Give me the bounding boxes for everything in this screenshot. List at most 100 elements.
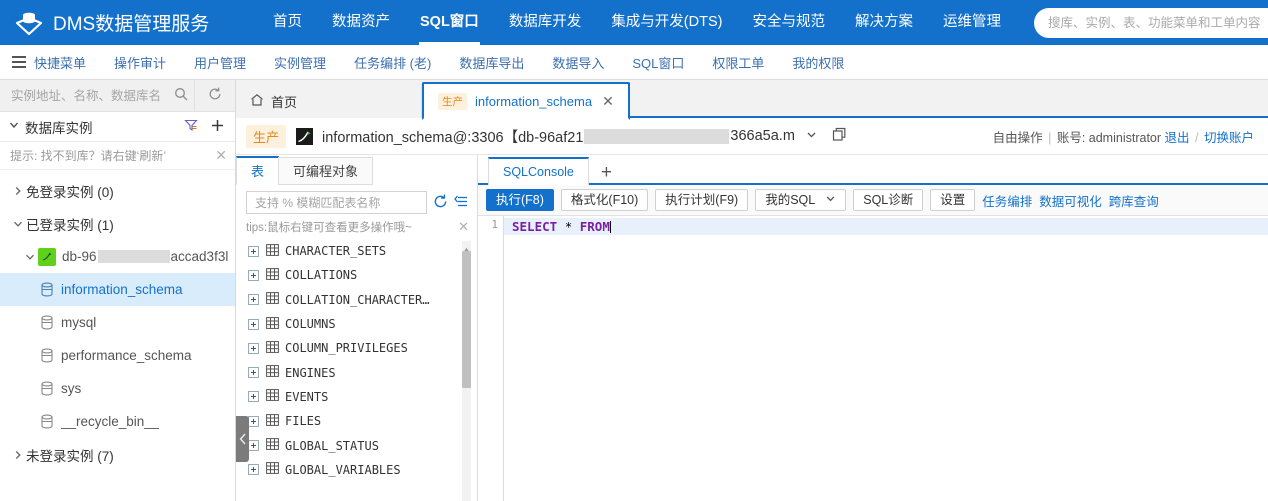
table-list-item[interactable]: COLLATIONS [248,263,477,287]
sidebar-refresh-button[interactable] [195,80,235,111]
editor-code[interactable]: SELECT * FROM [504,216,1268,501]
plus-box-icon[interactable] [248,343,259,354]
close-icon[interactable]: ✕ [602,93,614,110]
tree-node-unlogged-instances[interactable]: 未登录实例 (7) [0,438,235,471]
nav-item-db-dev[interactable]: 数据库开发 [494,0,597,45]
submenu-item-task-orchestration[interactable]: 任务编排 (老) [340,53,445,72]
tree-node-sys[interactable]: sys [0,372,235,405]
table-list-item[interactable]: CHARACTER_SETS [248,239,477,263]
plus-box-icon[interactable] [248,270,259,281]
table-list-item[interactable]: FILES [248,409,477,433]
table-name: CHARACTER_SETS [285,244,386,258]
sql-editor[interactable]: 1 SELECT * FROM [478,216,1268,501]
chevron-down-icon[interactable] [8,119,20,134]
table-list-item[interactable]: COLUMN_PRIVILEGES [248,336,477,360]
submenu-item-users[interactable]: 用户管理 [180,53,260,72]
plus-icon[interactable]: + [589,160,624,185]
sidebar-search-input[interactable] [9,88,174,104]
table-list-item[interactable]: COLLATION_CHARACTER… [248,288,477,312]
plus-box-icon[interactable] [248,440,259,451]
copy-icon[interactable] [832,127,847,145]
global-search-input[interactable] [1046,15,1268,31]
plus-box-icon[interactable] [248,416,259,427]
list-menu-icon[interactable] [454,194,469,212]
sql-keyword-select: SELECT [512,219,557,234]
object-search-input[interactable] [253,195,420,211]
table-name: GLOBAL_VARIABLES [285,463,401,477]
tree-node-no-login-instances[interactable]: 免登录实例 (0) [0,174,235,207]
plus-box-icon[interactable] [248,464,259,475]
plus-box-icon[interactable] [248,246,259,257]
tree-node-recycle-bin[interactable]: __recycle_bin__ [0,405,235,438]
plus-icon[interactable] [210,118,225,136]
task-orchestration-link[interactable]: 任务编排 [982,191,1032,210]
table-list-item[interactable]: ENGINES [248,360,477,384]
plus-box-icon[interactable] [248,367,259,378]
chevron-down-icon [10,219,26,229]
sidebar-collapse-handle[interactable] [236,416,249,462]
nav-item-sql-window[interactable]: SQL窗口 [405,0,494,45]
scrollbar-thumb[interactable] [462,251,471,388]
execution-plan-button[interactable]: 执行计划(F9) [655,189,748,211]
table-list-item[interactable]: EVENTS [248,385,477,409]
data-visualization-link[interactable]: 数据可视化 [1039,191,1102,210]
close-icon[interactable]: ✕ [211,147,227,164]
brand[interactable]: DMS数据管理服务 [0,8,258,38]
refresh-icon[interactable] [433,194,448,212]
account-name: administrator [1089,131,1161,145]
plus-box-icon[interactable] [248,319,259,330]
format-button[interactable]: 格式化(F10) [561,189,648,211]
sql-tab-sqlconsole[interactable]: SQLConsole [488,157,589,185]
code-line-1[interactable]: SELECT * FROM [504,218,1268,235]
switch-account-link[interactable]: 切换账户 [1204,131,1254,145]
my-sql-dropdown[interactable]: 我的SQL [755,189,846,211]
table-list-item[interactable]: GLOBAL_STATUS [248,433,477,457]
cross-db-query-link[interactable]: 跨库查询 [1109,191,1159,210]
table-list-scrollbar[interactable] [462,241,471,501]
submenu-item-permission-ticket[interactable]: 权限工单 [698,53,778,72]
submenu-item-data-import[interactable]: 数据导入 [538,53,618,72]
submenu-item-sql-window[interactable]: SQL窗口 [618,53,698,72]
plus-box-icon[interactable] [248,391,259,402]
global-search[interactable] [1034,8,1268,38]
submenu-item-db-export[interactable]: 数据库导出 [445,53,538,72]
submenu-item-audit[interactable]: 操作审计 [100,53,180,72]
close-icon[interactable]: ✕ [458,219,469,235]
submenu-item-my-permissions[interactable]: 我的权限 [778,53,858,72]
tab-programmable-objects[interactable]: 可编程对象 [278,157,373,185]
logout-link[interactable]: 退出 [1165,131,1190,145]
chevron-down-icon[interactable] [805,128,818,144]
table-list: CHARACTER_SETS COLLATIONS COLLATION_CHAR… [236,239,477,501]
nav-item-security[interactable]: 安全与规范 [737,0,840,45]
tree-node-information-schema[interactable]: information_schema [0,273,235,306]
page-tab-home[interactable]: 首页 [236,84,422,118]
nav-item-dts[interactable]: 集成与开发(DTS) [596,0,737,45]
nav-item-solutions[interactable]: 解决方案 [840,0,928,45]
database-stack-icon [14,8,44,38]
submenu-item-instances[interactable]: 实例管理 [260,53,340,72]
settings-button[interactable]: 设置 [930,189,975,211]
search-icon[interactable] [174,87,188,104]
nav-item-ops[interactable]: 运维管理 [928,0,1016,45]
sql-diagnose-button[interactable]: SQL诊断 [853,189,923,211]
execute-button[interactable]: 执行(F8) [486,189,554,211]
nav-items: 首页 数据资产 SQL窗口 数据库开发 集成与开发(DTS) 安全与规范 解决方… [258,0,1016,45]
hamburger-icon[interactable] [12,56,26,68]
nav-item-home[interactable]: 首页 [258,0,317,45]
sidebar-search-box[interactable] [0,80,195,111]
table-list-item[interactable]: COLUMNS [248,312,477,336]
filter-icon[interactable] [184,118,198,135]
tab-tables[interactable]: 表 [236,156,279,185]
connection-bar: 生产 information_schema@:3306【db-96af21366… [236,118,1268,155]
object-search-box[interactable] [246,191,427,214]
nav-item-data-assets[interactable]: 数据资产 [317,0,405,45]
page-tab-label: information_schema [475,94,592,109]
plus-box-icon[interactable] [248,294,259,305]
tree-node-logged-instances[interactable]: 已登录实例 (1) [0,207,235,240]
tree-node-performance-schema[interactable]: performance_schema [0,339,235,372]
submenu-item-quick[interactable]: 快捷菜单 [32,53,100,72]
tree-node-instance-db96[interactable]: db-96accad3f3l [0,240,235,273]
page-tab-information-schema[interactable]: 生产 information_schema ✕ [422,82,630,120]
table-list-item[interactable]: GLOBAL_VARIABLES [248,458,477,482]
tree-node-mysql[interactable]: mysql [0,306,235,339]
